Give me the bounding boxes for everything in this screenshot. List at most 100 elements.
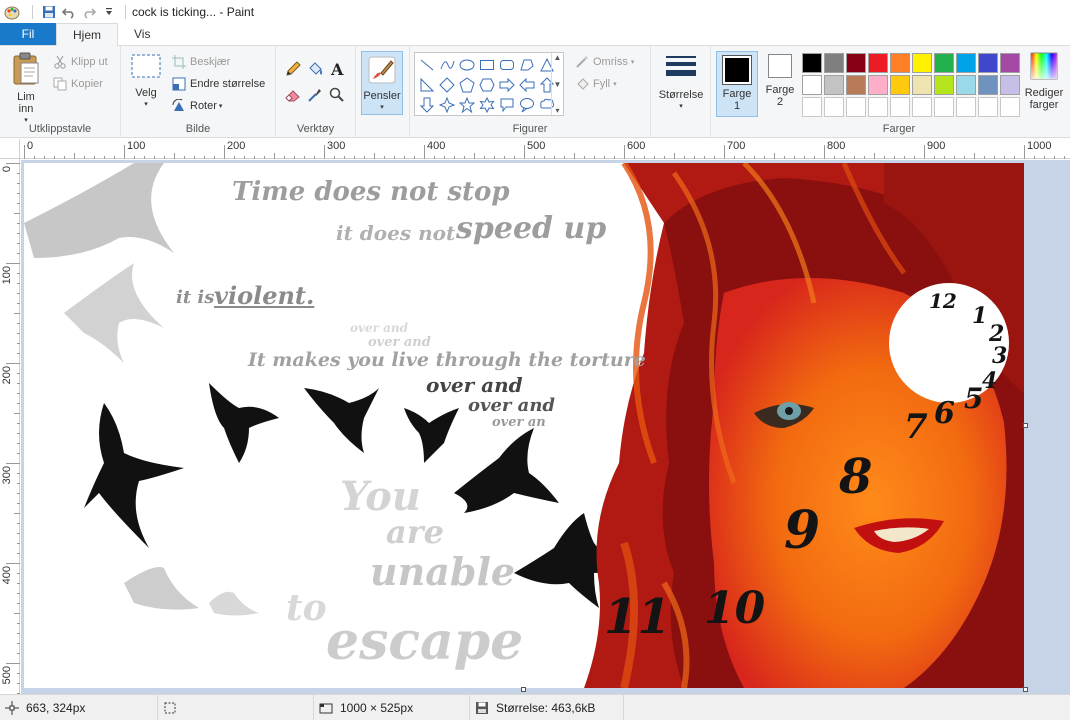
- color-swatch[interactable]: [912, 97, 932, 117]
- color-swatch[interactable]: [1000, 53, 1020, 73]
- tab-home[interactable]: Hjem: [56, 23, 119, 46]
- undo-icon[interactable]: [59, 2, 79, 22]
- redo-icon[interactable]: [79, 2, 99, 22]
- poem-line: over and: [350, 321, 409, 335]
- size-button[interactable]: Størrelse ▾: [659, 52, 703, 113]
- color-swatch[interactable]: [824, 75, 844, 95]
- pencil-icon[interactable]: [284, 60, 306, 86]
- canvas-workspace[interactable]: 12 1 2 3 4 5 6 7 8 9 10 11 Time does not…: [21, 160, 1070, 694]
- copy-button[interactable]: Kopier: [52, 76, 103, 92]
- oval-shape-icon[interactable]: [457, 55, 477, 75]
- pentagon-shape-icon[interactable]: [457, 75, 477, 95]
- color-swatch[interactable]: [934, 75, 954, 95]
- canvas-resize-handle-bottom[interactable]: [521, 687, 526, 692]
- rounded-rectangle-shape-icon[interactable]: [497, 55, 517, 75]
- down-arrow-shape-icon[interactable]: [417, 95, 437, 115]
- color-picker-icon[interactable]: [306, 86, 328, 112]
- color2-button[interactable]: Farge 2: [762, 54, 798, 108]
- tab-file[interactable]: Fil: [0, 23, 56, 45]
- ruler-tick: [17, 193, 20, 194]
- clock-number: 10: [704, 583, 766, 634]
- paint-app-icon[interactable]: [4, 4, 20, 20]
- color-swatch[interactable]: [868, 97, 888, 117]
- cut-button[interactable]: Klipp ut: [52, 54, 108, 70]
- line-shape-icon[interactable]: [417, 55, 437, 75]
- poem-line: Time does not stop: [232, 177, 510, 207]
- color-swatch[interactable]: [890, 97, 910, 117]
- six-point-star-shape-icon[interactable]: [477, 95, 497, 115]
- ruler-tick: [264, 156, 265, 159]
- fill-button[interactable]: Fyll ▾: [574, 76, 617, 92]
- rectangle-shape-icon[interactable]: [477, 55, 497, 75]
- paste-button[interactable]: Lim inn ▾: [6, 52, 46, 127]
- color-swatch[interactable]: [934, 53, 954, 73]
- color1-button[interactable]: Farge 1: [716, 51, 758, 117]
- color-swatch[interactable]: [978, 53, 998, 73]
- save-icon[interactable]: [39, 2, 59, 22]
- image-group-label: Bilde: [185, 123, 211, 135]
- select-button[interactable]: Velg ▾: [127, 52, 165, 111]
- magnifier-icon[interactable]: [328, 86, 350, 112]
- color-swatch[interactable]: [846, 97, 866, 117]
- ruler-tick: [384, 156, 385, 159]
- color-swatch[interactable]: [802, 53, 822, 73]
- ruler-tick: [644, 156, 645, 159]
- canvas-resize-handle-right[interactable]: [1023, 423, 1028, 428]
- color-swatch[interactable]: [868, 75, 888, 95]
- color-swatch[interactable]: [890, 75, 910, 95]
- chevron-down-icon[interactable]: ▼: [554, 80, 562, 89]
- outline-button[interactable]: Omriss ▾: [574, 54, 634, 70]
- color-swatch[interactable]: [956, 97, 976, 117]
- right-arrow-shape-icon[interactable]: [497, 75, 517, 95]
- color-swatch[interactable]: [978, 97, 998, 117]
- text-icon[interactable]: A: [328, 60, 350, 86]
- drawing-canvas[interactable]: 12 1 2 3 4 5 6 7 8 9 10 11 Time does not…: [24, 163, 1024, 688]
- color-swatch[interactable]: [846, 75, 866, 95]
- color-swatch[interactable]: [846, 53, 866, 73]
- ruler-tick: [214, 156, 215, 159]
- canvas-resize-handle-corner[interactable]: [1023, 687, 1028, 692]
- brushes-button[interactable]: Pensler ▾: [361, 51, 403, 115]
- ruler-tick: [514, 156, 515, 159]
- ruler-tick: [17, 393, 20, 394]
- color-swatch[interactable]: [912, 75, 932, 95]
- shapes-scrollbar[interactable]: ▲ ▼ ▾: [551, 53, 563, 115]
- color-swatch[interactable]: [802, 75, 822, 95]
- chevron-up-icon[interactable]: ▲: [554, 53, 562, 62]
- color-swatch[interactable]: [934, 97, 954, 117]
- color-swatch[interactable]: [868, 53, 888, 73]
- edit-colors-button[interactable]: Rediger farger: [1021, 52, 1067, 111]
- curve-shape-icon[interactable]: [437, 55, 457, 75]
- color-swatch[interactable]: [956, 53, 976, 73]
- eraser-icon[interactable]: [284, 86, 306, 112]
- expand-gallery-icon[interactable]: ▾: [555, 106, 559, 115]
- crop-button[interactable]: Beskjær: [171, 54, 230, 70]
- color-swatch[interactable]: [978, 75, 998, 95]
- fill-bucket-icon[interactable]: [306, 60, 328, 86]
- color-swatch[interactable]: [956, 75, 976, 95]
- hexagon-shape-icon[interactable]: [477, 75, 497, 95]
- color-swatch[interactable]: [824, 97, 844, 117]
- polygon-shape-icon[interactable]: [517, 55, 537, 75]
- five-point-star-shape-icon[interactable]: [457, 95, 477, 115]
- color-swatch[interactable]: [1000, 75, 1020, 95]
- tab-view[interactable]: Vis: [118, 23, 166, 45]
- right-triangle-shape-icon[interactable]: [417, 75, 437, 95]
- clock-number: 3: [992, 343, 1007, 369]
- diamond-shape-icon[interactable]: [437, 75, 457, 95]
- color-swatch[interactable]: [1000, 97, 1020, 117]
- color-swatch[interactable]: [912, 53, 932, 73]
- rounded-callout-shape-icon[interactable]: [497, 95, 517, 115]
- oval-callout-shape-icon[interactable]: [517, 95, 537, 115]
- ruler-tick: [14, 513, 20, 514]
- left-arrow-shape-icon[interactable]: [517, 75, 537, 95]
- color-swatch[interactable]: [802, 97, 822, 117]
- customize-toolbar-icon[interactable]: [99, 2, 119, 22]
- rotate-button[interactable]: Roter ▾: [171, 98, 222, 114]
- resize-button[interactable]: Endre størrelse: [171, 76, 265, 92]
- color-swatch[interactable]: [890, 53, 910, 73]
- ruler-tick: [424, 145, 425, 159]
- ruler-tick: [994, 156, 995, 159]
- color-swatch[interactable]: [824, 53, 844, 73]
- four-point-star-shape-icon[interactable]: [437, 95, 457, 115]
